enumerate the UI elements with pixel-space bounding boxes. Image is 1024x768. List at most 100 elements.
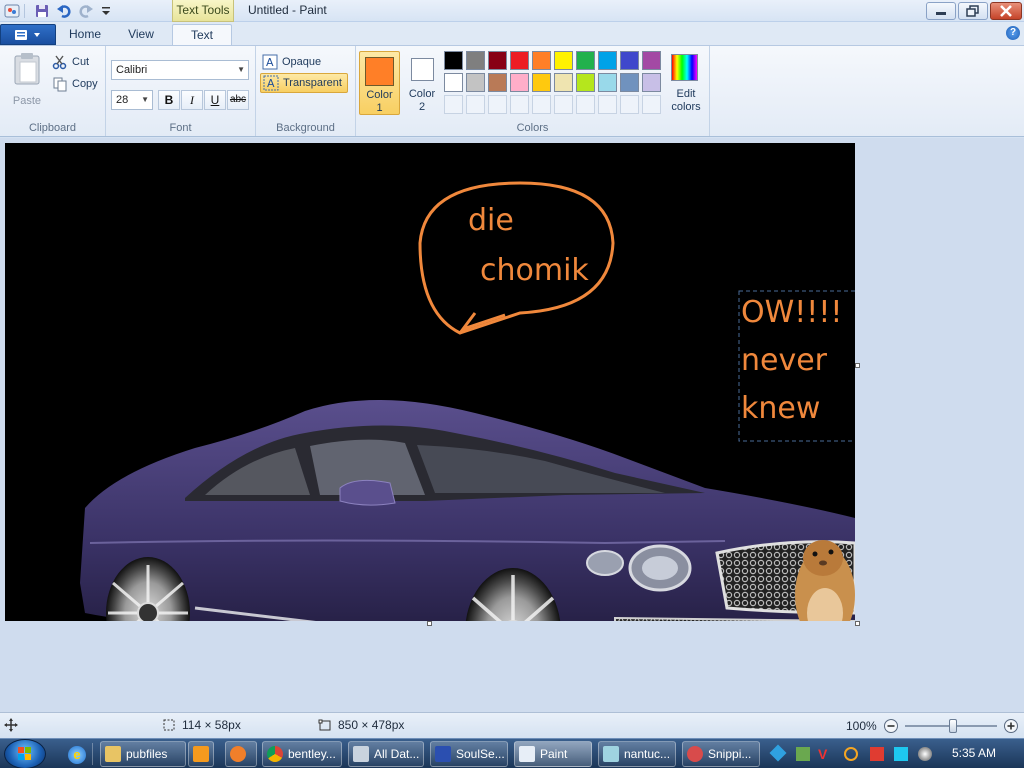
redo-icon[interactable] [78,3,94,19]
taskbar-item-pubfiles[interactable]: pubfiles [100,741,186,767]
strikethrough-button[interactable]: abc [227,90,249,110]
palette-swatch[interactable] [444,51,463,70]
canvas-resize-handle-right[interactable] [855,363,860,368]
transparent-button[interactable]: A Transparent [260,73,348,93]
zoom-slider-thumb[interactable] [948,719,957,733]
copy-button[interactable]: Copy [52,74,98,94]
custom-color-slot[interactable] [598,95,617,114]
taskbar-item-nantucket[interactable]: nantuc... [598,741,676,767]
palette-swatch[interactable] [642,73,661,92]
customize-qat-icon[interactable] [98,3,114,19]
font-size-value: 28 [116,94,129,106]
tab-home[interactable]: Home [60,24,110,45]
palette-swatch[interactable] [510,73,529,92]
palette-swatch[interactable] [576,73,595,92]
taskbar-label: Paint [540,747,568,761]
custom-color-slot[interactable] [532,95,551,114]
palette-swatch[interactable] [488,51,507,70]
canvas-resize-handle-corner[interactable] [855,621,860,626]
save-icon[interactable] [34,3,50,19]
palette-swatch[interactable] [598,51,617,70]
paint-menu-button[interactable] [0,24,56,45]
drawing-canvas[interactable]: die chomik OW!!!! never knew [5,143,855,621]
taskbar-item-bentley[interactable]: bentley... [262,741,342,767]
edit-colors-button[interactable]: Edit colors [666,51,706,115]
tray-volume-icon[interactable] [918,747,932,761]
tray-flag-icon[interactable] [870,747,884,761]
taskbar-item-paint[interactable]: Paint [514,741,592,767]
canvas-resize-handle-bottom[interactable] [427,621,432,626]
taskbar-item-all-data[interactable]: All Dat... [348,741,424,767]
workspace[interactable]: die chomik OW!!!! never knew [0,138,1024,712]
font-family-select[interactable]: Calibri ▼ [111,60,249,80]
tab-text[interactable]: Text [172,24,232,45]
tray-display-icon[interactable] [894,747,908,761]
tray-v-icon[interactable]: V [818,747,832,761]
taskbar-item-soulseek[interactable]: SoulSe... [430,741,508,767]
palette-swatch[interactable] [488,73,507,92]
custom-color-slot[interactable] [554,95,573,114]
palette-swatch[interactable] [554,73,573,92]
zoom-out-icon[interactable] [883,718,899,734]
windows-logo-icon [18,747,31,760]
undo-icon[interactable] [56,3,72,19]
app-icon [230,746,246,762]
palette-swatch[interactable] [510,51,529,70]
custom-color-slot[interactable] [444,95,463,114]
chevron-down-icon: ▼ [141,95,149,104]
background-group: A Opaque A Transparent Background [256,46,356,136]
paste-button[interactable]: Paste [8,52,46,108]
context-tab-label: Text Tools [172,0,234,22]
tray-network-icon[interactable] [796,747,810,761]
underline-button[interactable]: U [204,90,226,110]
palette-swatch[interactable] [642,51,661,70]
palette-swatch[interactable] [444,73,463,92]
color1-button[interactable]: Color 1 [359,51,400,115]
paint-app-icon[interactable] [4,3,20,19]
copy-label: Copy [72,78,98,90]
zoom-slider[interactable] [904,719,997,733]
color2-button[interactable]: Color 2 [403,51,441,115]
help-icon[interactable]: ? [1006,26,1020,40]
palette-swatch[interactable] [576,51,595,70]
strikethrough-label: abc [229,94,247,105]
bold-label: B [164,93,174,107]
cut-button[interactable]: Cut [52,52,89,72]
restore-button[interactable] [958,2,988,20]
custom-color-slot[interactable] [466,95,485,114]
close-button[interactable] [990,2,1022,20]
taskbar-item-snipping[interactable]: Snippi... [682,741,760,767]
textbox-line2[interactable]: never [741,343,827,378]
start-button[interactable] [4,739,46,768]
palette-swatch[interactable] [620,73,639,92]
tray-search-icon[interactable] [844,747,858,761]
tray-plane-icon[interactable] [769,744,787,762]
palette-swatch[interactable] [532,73,551,92]
tab-view[interactable]: View [116,24,166,45]
textbox-line1[interactable]: OW!!!! [741,295,842,330]
taskbar-clock[interactable]: 5:35 AM [952,746,996,760]
palette-swatch[interactable] [620,51,639,70]
font-size-select[interactable]: 28 ▼ [111,90,153,110]
palette-swatch[interactable] [532,51,551,70]
taskbar-item-media[interactable] [188,741,214,767]
opaque-button[interactable]: A Opaque [262,52,321,72]
notepad-icon [603,746,619,762]
palette-swatch[interactable] [598,73,617,92]
zoom-in-icon[interactable] [1003,718,1019,734]
taskbar-item-app[interactable] [225,741,257,767]
custom-color-slot[interactable] [620,95,639,114]
custom-color-slot[interactable] [510,95,529,114]
palette-swatch[interactable] [466,73,485,92]
custom-color-slot[interactable] [576,95,595,114]
custom-color-slot[interactable] [642,95,661,114]
palette-swatch[interactable] [554,51,573,70]
italic-button[interactable]: I [181,90,203,110]
bold-button[interactable]: B [158,90,180,110]
custom-color-slot[interactable] [488,95,507,114]
ie-icon[interactable]: e [68,746,86,764]
quicklaunch-separator [92,743,93,765]
minimize-button[interactable] [926,2,956,20]
textbox-line3[interactable]: knew [741,391,820,426]
palette-swatch[interactable] [466,51,485,70]
